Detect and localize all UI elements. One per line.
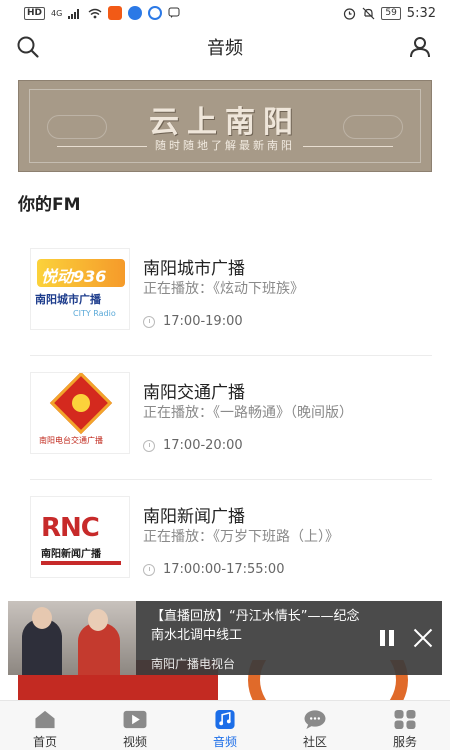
logo-name-text: 南阳新闻广播 [41,549,101,560]
time-range: 17:00:00-17:55:00 [163,562,285,577]
search-icon[interactable] [16,35,40,63]
tab-label: 视频 [122,735,147,749]
close-icon[interactable] [412,627,434,649]
time-range: 17:00-20:00 [163,438,243,453]
tab-community[interactable]: 社区 [270,701,360,750]
logo-top-text: 悦动936 [41,267,107,286]
mute-icon [362,7,375,19]
logo-name-text: 南阳电台交通广播 [39,436,103,445]
signal-icon [68,8,80,19]
status-right: 59 5:32 [343,6,436,21]
player-info[interactable]: 【直播回放】“丹江水情长”——纪念南水北调中线工 南阳广播电视台 [151,607,371,672]
app-icon [128,6,143,20]
station-name: 南阳交通广播 [143,383,245,403]
video-icon [123,710,147,729]
tab-services[interactable]: 服务 [360,701,450,750]
host-head [32,607,52,629]
fm-item-traffic[interactable]: 南阳电台交通广播 南阳交通广播 正在播放：《一路畅通》（晚间版） 17:00-2… [30,356,432,480]
station-name: 南阳城市广播 [143,259,245,279]
battery-icon: 59 [381,6,401,20]
alarm-icon [344,7,356,20]
network-type: 4G [51,8,63,18]
taobao-app-icon [108,6,123,20]
clock-icon [143,563,155,576]
player-title: 【直播回放】“丹江水情长”——纪念南水北调中线工 [151,609,360,643]
schedule-time: 17:00-20:00 [143,438,243,453]
tab-label: 音频 [212,735,237,749]
now-playing: 正在播放：《万岁下班路（上）》 [143,529,339,545]
player-subtitle: 南阳广播电视台 [151,657,236,671]
pause-icon[interactable] [376,627,398,649]
station-name: 南阳新闻广播 [143,507,245,527]
banner-title: 云上南阳 [149,105,301,140]
clock-icon [143,439,155,452]
logo-underline [41,561,121,565]
app-header: 音频 [0,26,450,68]
station-logo: 南阳电台交通广播 [30,372,130,454]
logo-top-text: RNC [41,513,100,543]
logo-core [72,394,90,412]
fm-list: 悦动936 南阳城市广播 CITY Radio 南阳城市广播 正在播放：《炫动下… [30,232,432,604]
status-time: 5:32 [406,5,436,21]
sms-icon [168,7,180,18]
clock-icon [143,315,155,328]
bottom-tab-bar: 首页 视频 音频 社区 服务 [0,700,450,750]
player-thumbnail[interactable] [8,601,136,675]
banner-subtitle: 随时随地了解最新南阳 [19,137,431,153]
music-icon [215,709,235,730]
logo-name-text: 南阳城市广播 [35,293,101,306]
station-logo: 悦动936 南阳城市广播 CITY Radio [30,248,130,330]
home-icon [35,710,55,729]
user-icon[interactable] [408,35,432,63]
time-range: 17:00-19:00 [163,314,243,329]
chat-icon [304,710,326,730]
hd-badge: HD [24,6,46,20]
page-title: 音频 [207,38,243,59]
tab-video[interactable]: 视频 [90,701,180,750]
tab-label: 服务 [392,735,417,749]
fm-item-news[interactable]: RNC 南阳新闻广播 南阳新闻广播 正在播放：《万岁下班路（上）》 17:00:… [30,480,432,604]
wifi-icon [88,8,102,18]
now-playing: 正在播放：《一路畅通》（晚间版） [143,405,353,421]
tab-label: 社区 [302,735,327,749]
section-title: 你的FM [18,195,81,215]
host-head [88,609,108,631]
logo-sub-text: CITY Radio [73,309,116,318]
mini-player[interactable]: 【直播回放】“丹江水情长”——纪念南水北调中线工 南阳广播电视台 [8,601,442,675]
fm-item-city[interactable]: 悦动936 南阳城市广播 CITY Radio 南阳城市广播 正在播放：《炫动下… [30,232,432,356]
now-playing: 正在播放：《炫动下班族》 [143,281,304,297]
promo-banner[interactable]: 云上南阳 随时随地了解最新南阳 [18,80,432,172]
tab-home[interactable]: 首页 [0,701,90,750]
schedule-time: 17:00:00-17:55:00 [143,562,284,577]
grid-icon [394,709,416,730]
tab-label: 首页 [32,735,57,749]
browser-app-icon [148,6,163,20]
schedule-time: 17:00-19:00 [143,314,243,329]
status-left: HD 4G [24,6,180,20]
station-logo: RNC 南阳新闻广播 [30,496,130,578]
status-bar: HD 4G 59 5:32 [0,0,450,26]
tab-audio[interactable]: 音频 [180,701,270,750]
